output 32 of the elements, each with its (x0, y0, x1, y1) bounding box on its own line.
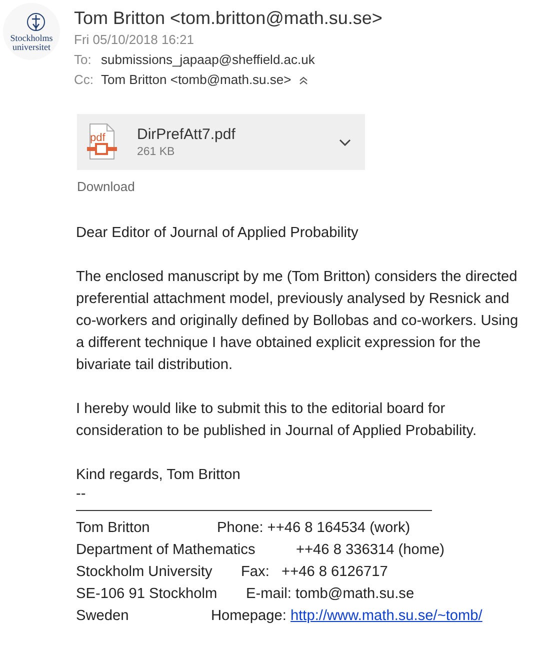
download-link[interactable]: Download (77, 179, 135, 194)
signature-text: Phone: ++46 8 164534 (work) (217, 519, 410, 538)
signature-text: ++46 8 336314 (home) (296, 541, 444, 560)
recipient-label: Cc: (74, 71, 94, 89)
pdf-file-icon: pdf (87, 123, 117, 161)
closing-text: Kind regards, Tom Britton (76, 466, 242, 485)
collapse-icon[interactable] (299, 76, 308, 84)
file-name: DirPrefAtt7.pdf (137, 124, 236, 144)
chevron-down-icon[interactable] (339, 138, 351, 146)
body-paragraph: I hereby would like to submit this to the editorial board for consideration to be published in Journal of Applied Probability. (76, 400, 478, 441)
logo-text: Stockholms (10, 34, 53, 42)
sent-date: Fri 05/10/2018 16:21 (74, 31, 195, 49)
logo-text: universitet (12, 42, 50, 52)
signature-text: E-mail: tomb@math.su.se (246, 585, 414, 604)
sender-name: Tom Britton <tom.britton@math.su.se> (74, 7, 382, 30)
body-paragraph: The enclosed manuscript by me (Tom Britton) considers the directed preferential attachment model, previously analysed by Resnick and co-workers and originally defined by Bollobas and co-workers. Using a different technique I have obtained explicit expression for the bivariate tail distribution. (76, 268, 520, 375)
file-size: 261 KB (137, 144, 176, 160)
recipient-label: To: (74, 51, 92, 69)
crest-icon (26, 12, 46, 34)
recipient-address: Tom Britton <tomb@math.su.se> (101, 71, 292, 89)
signature-text: Homepage: http://www.math.su.se/~tomb/ (211, 607, 482, 626)
signature-dash: -- (76, 486, 87, 502)
recipient-address: submissions_japaap@sheffield.ac.uk (101, 51, 315, 69)
signature-text: Department of Mathematics (76, 541, 256, 560)
body-paragraph: Dear Editor of Journal of Applied Probability (76, 224, 360, 243)
attachment-card[interactable]: pdf DirPrefAtt7.pdf 261 KB (77, 114, 365, 170)
signature-text: Stockholm University (76, 563, 214, 582)
signature-text: Sweden (76, 607, 130, 626)
signature-text: Fax: ++46 8 6126717 (241, 563, 388, 582)
signature-text: Tom Britton (76, 519, 151, 538)
homepage-link[interactable]: http://www.math.su.se/~tomb/ (290, 608, 482, 624)
signature-text: SE-106 91 Stockholm (76, 585, 218, 604)
